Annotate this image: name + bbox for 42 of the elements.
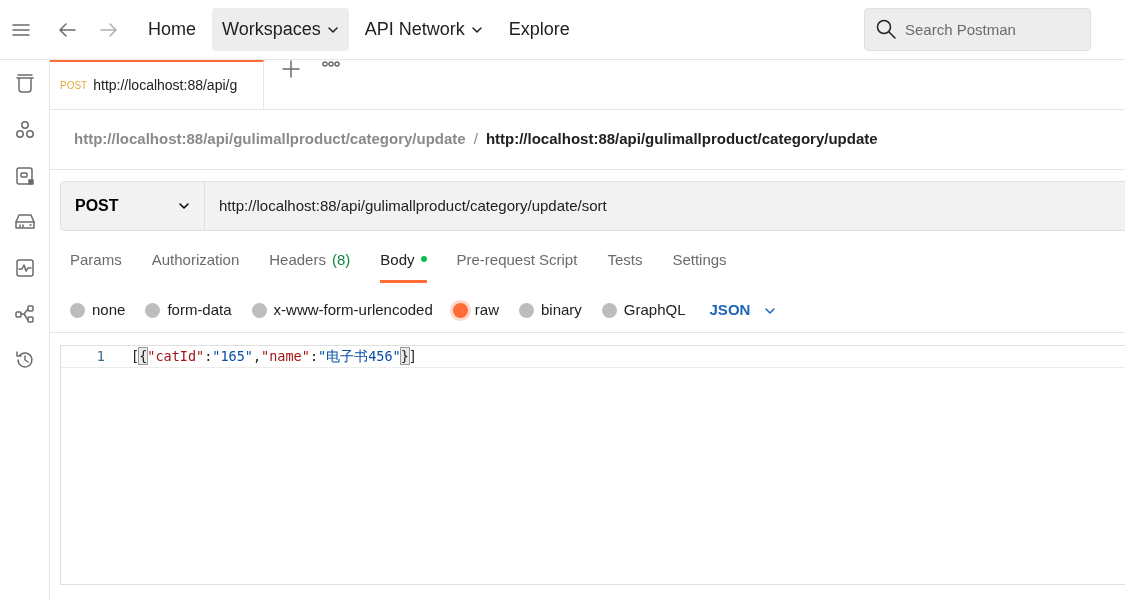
- more-options-icon[interactable]: [322, 60, 340, 68]
- section-tab[interactable]: Params: [70, 249, 122, 283]
- flow-nodes-icon[interactable]: [14, 304, 35, 324]
- section-tab[interactable]: Authorization: [151, 249, 240, 283]
- section-tab[interactable]: Tests: [607, 249, 643, 283]
- radio-option[interactable]: raw: [452, 299, 499, 322]
- nav-menu-item[interactable]: API Network: [354, 8, 493, 51]
- radio-option[interactable]: binary: [518, 299, 582, 322]
- request-tab[interactable]: POST http://localhost:88/api/g: [50, 60, 264, 109]
- menu-icon[interactable]: [12, 22, 30, 37]
- three-circles-icon[interactable]: [14, 120, 35, 140]
- method-label: POST: [60, 79, 88, 93]
- section-tab[interactable]: Pre-request Script: [456, 249, 578, 283]
- radio-option[interactable]: x-www-form-urlencoded: [251, 299, 433, 322]
- server-drive-icon[interactable]: [14, 212, 35, 232]
- radio-option[interactable]: none: [70, 299, 126, 322]
- history-clock-icon[interactable]: [14, 350, 35, 370]
- request-tab-title: http://localhost:88/api/g: [93, 76, 238, 95]
- plus-icon[interactable]: [282, 60, 300, 78]
- back-arrow-icon[interactable]: [58, 21, 76, 38]
- chevron-down-icon: [764, 305, 777, 316]
- pulse-monitor-icon[interactable]: [14, 258, 35, 278]
- search-field[interactable]: Search Postman: [864, 8, 1091, 51]
- breadcrumb-separator: /: [473, 129, 478, 150]
- method-select[interactable]: POST: [60, 181, 205, 231]
- url-field[interactable]: http://localhost:88/api/gulimallproduct/category/update/sort: [205, 181, 1125, 231]
- nav-menu-item[interactable]: Workspaces: [212, 8, 349, 51]
- trash-icon[interactable]: [14, 74, 35, 94]
- breadcrumb-current: http://localhost:88/api/gulimallproduct/category/update: [485, 129, 878, 150]
- nav-menu-item[interactable]: Home: [138, 8, 206, 51]
- radio-option[interactable]: GraphQL: [601, 299, 686, 322]
- search-icon: [876, 19, 896, 39]
- section-tab[interactable]: Settings: [672, 249, 727, 283]
- section-tab[interactable]: Headers (8): [269, 249, 351, 283]
- chevron-down-icon: [178, 201, 190, 211]
- format-dropdown[interactable]: JSON: [705, 299, 777, 322]
- radio-option[interactable]: form-data: [145, 299, 232, 322]
- line-number: 1: [95, 347, 106, 367]
- code-line: [{"catId":"165","name":"电子书456"}]: [131, 347, 417, 367]
- nav-menu-item[interactable]: Explore: [498, 8, 580, 51]
- square-screen-icon[interactable]: [14, 166, 35, 186]
- section-tab[interactable]: Body: [380, 249, 427, 283]
